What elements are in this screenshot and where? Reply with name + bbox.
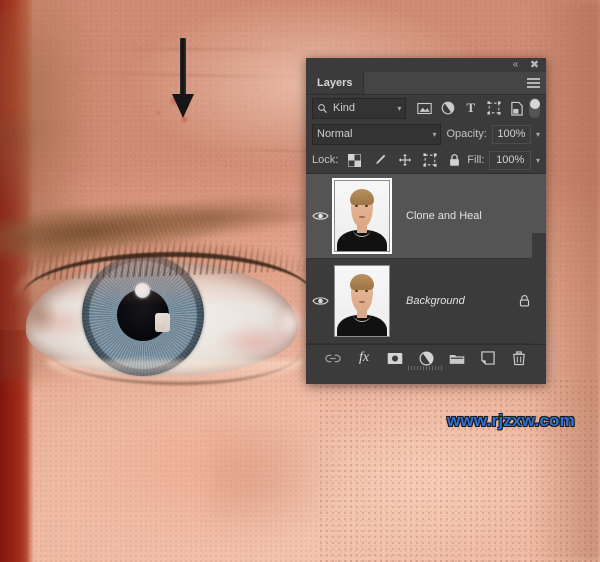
fill-input[interactable]: 100% — [489, 151, 531, 170]
eye-icon[interactable] — [306, 210, 334, 222]
lock-image-pixels-icon[interactable] — [372, 153, 387, 168]
arrow-shaft — [180, 38, 186, 100]
link-icon[interactable] — [325, 350, 341, 366]
blend-mode-value: Normal — [317, 128, 352, 140]
image-filter-icon[interactable] — [417, 101, 432, 116]
adjustment-filter-icon[interactable] — [440, 101, 455, 116]
lock-position-icon[interactable] — [397, 153, 412, 168]
blend-opacity-row[interactable]: Normal ▾ Opacity: 100% ▾ — [306, 121, 546, 147]
type-filter-icon[interactable]: T — [463, 101, 478, 116]
mask-icon[interactable] — [387, 350, 403, 366]
layer-name[interactable]: Background — [406, 295, 465, 307]
chevron-down-icon: ▾ — [432, 130, 436, 139]
tab-layers[interactable]: Layers — [306, 72, 364, 94]
lock-artboard-icon[interactable] — [422, 153, 437, 168]
lock-row[interactable]: Lock: — [306, 147, 546, 174]
layers-panel[interactable]: « ✖ Layers Kind ▾ — [306, 58, 546, 384]
trash-icon[interactable] — [511, 350, 527, 366]
shape-filter-icon[interactable] — [486, 101, 501, 116]
new-layer-icon[interactable] — [480, 350, 496, 366]
lock-all-icon[interactable] — [447, 153, 462, 168]
eye — [20, 248, 310, 398]
close-panel-icon[interactable]: ✖ — [528, 59, 541, 71]
layer-filter-kind-select[interactable]: Kind ▾ — [312, 98, 406, 119]
collapse-panel-icon[interactable]: « — [509, 59, 522, 71]
outer-eye-corner — [10, 288, 60, 344]
filter-enable-toggle[interactable] — [529, 98, 540, 118]
panel-tab-bar[interactable]: Layers — [306, 72, 546, 95]
layer-name[interactable]: Clone and Heal — [406, 210, 482, 222]
panel-footer-toolbar[interactable]: fx — [306, 344, 546, 371]
lock-label: Lock: — [312, 154, 338, 166]
chevron-down-icon: ▾ — [397, 104, 401, 113]
arrow-head — [172, 94, 194, 118]
opacity-chevron-down-icon[interactable]: ▾ — [536, 130, 540, 139]
blend-mode-select[interactable]: Normal ▾ — [312, 124, 441, 145]
watermark: www.rjzxw.com — [447, 411, 575, 431]
adjustment-icon[interactable] — [418, 350, 434, 366]
portrait-thumbnail[interactable] — [334, 180, 390, 252]
lock-icon — [519, 294, 530, 310]
lock-transparent-pixels-icon[interactable] — [347, 153, 362, 168]
catchlight-square — [155, 313, 170, 332]
fill-chevron-down-icon[interactable]: ▾ — [536, 156, 540, 165]
layer-filter-row[interactable]: Kind ▾ T — [306, 95, 546, 121]
panel-menu-icon[interactable] — [527, 78, 540, 88]
layer-list[interactable]: Clone and Heal — [306, 174, 546, 344]
eye-icon[interactable] — [306, 295, 334, 307]
table-row[interactable]: Clone and Heal — [306, 174, 546, 259]
layer-filter-kind-label: Kind — [333, 102, 355, 114]
forehead-wrinkle — [90, 48, 300, 50]
search-icon — [317, 103, 328, 114]
opacity-label: Opacity: — [446, 128, 486, 140]
skin-blemish — [155, 110, 162, 115]
table-row[interactable]: Background — [306, 259, 546, 344]
smart-object-filter-icon[interactable] — [509, 101, 524, 116]
portrait-thumbnail[interactable] — [334, 265, 390, 337]
fill-label: Fill: — [467, 154, 484, 166]
layer-list-scrollbar[interactable] — [532, 233, 546, 359]
folder-icon[interactable] — [449, 350, 465, 366]
thumbnail-image — [335, 266, 389, 336]
opacity-input[interactable]: 100% — [492, 125, 531, 144]
layer-filter-icons[interactable]: T — [417, 101, 524, 116]
fx-icon[interactable]: fx — [356, 350, 372, 366]
resize-grip[interactable] — [408, 366, 444, 370]
thumbnail-image — [335, 181, 389, 251]
down-arrow-annotation — [172, 38, 194, 118]
lock-icons[interactable] — [347, 153, 462, 168]
panel-titlebar: « ✖ — [306, 58, 546, 72]
